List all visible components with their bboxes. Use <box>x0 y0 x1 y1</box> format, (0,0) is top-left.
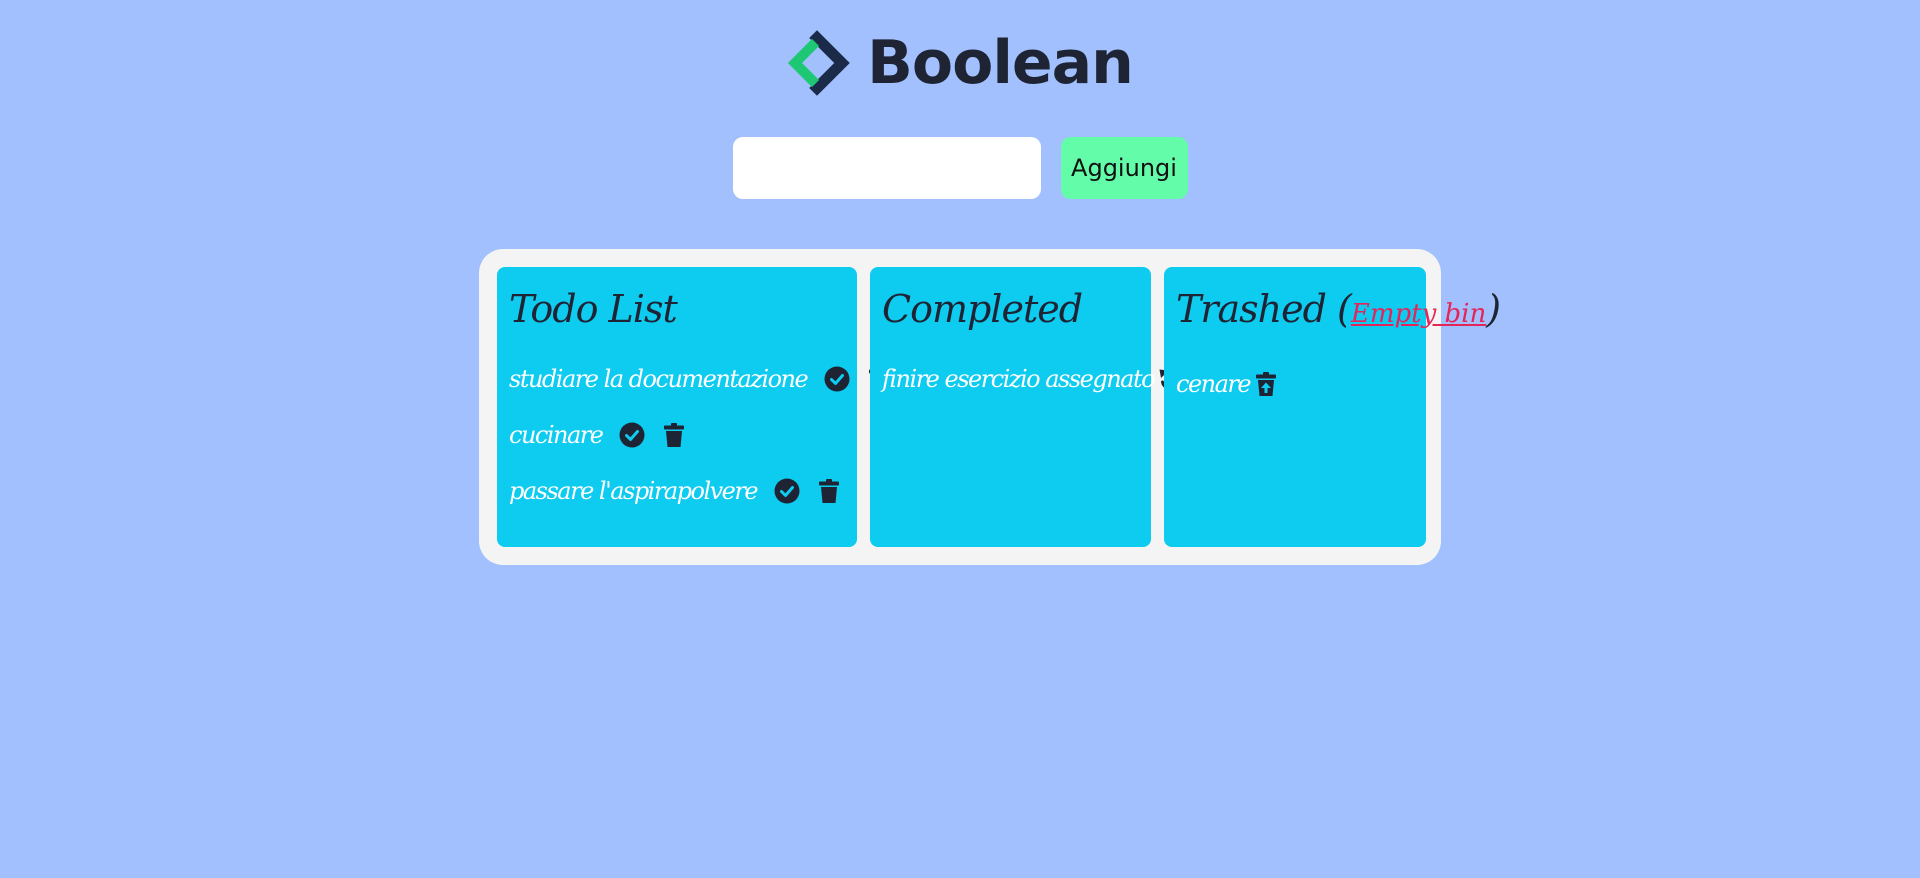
trashed-title-suffix: ) <box>1486 287 1501 331</box>
todo-column: Todo List studiare la documentazione cuc… <box>497 267 890 547</box>
brand-name: Boolean <box>867 28 1134 98</box>
completed-item-text: finire esercizio assegnato <box>882 365 1156 393</box>
trashed-column: Trashed (Empty bin) cenare <box>1164 267 1501 547</box>
new-todo-input[interactable] <box>732 137 1041 199</box>
check-circle-icon[interactable] <box>823 365 851 393</box>
completed-item: finire esercizio assegnato <box>882 351 1181 407</box>
completed-column-title: Completed <box>882 287 1083 331</box>
todo-item: passare l'aspirapolvere <box>509 463 845 519</box>
boolean-logo-icon <box>788 30 850 96</box>
todo-item-text: studiare la documentazione <box>509 365 809 393</box>
empty-bin-link[interactable]: Empty bin <box>1351 299 1486 329</box>
add-button[interactable]: Aggiungi <box>1060 137 1188 199</box>
trash-icon[interactable] <box>815 477 843 505</box>
trashed-item-text: cenare <box>1176 370 1252 398</box>
trash-icon[interactable] <box>660 421 688 449</box>
todo-column-title: Todo List <box>509 287 678 331</box>
app-header: Boolean <box>0 30 1920 96</box>
trashed-column-title: Trashed (Empty bin) <box>1176 281 1501 342</box>
trash-restore-icon[interactable] <box>1252 370 1280 398</box>
todo-item: studiare la documentazione <box>509 351 890 407</box>
todo-board: Todo List studiare la documentazione cuc… <box>479 249 1501 565</box>
completed-column: Completed finire esercizio assegnato <box>870 267 1181 547</box>
todo-item: cucinare <box>509 407 845 463</box>
add-todo-form: Aggiungi <box>0 137 1920 199</box>
todo-item-text: cucinare <box>509 421 604 449</box>
todo-item-text: passare l'aspirapolvere <box>509 477 759 505</box>
trashed-title-prefix: Trashed ( <box>1176 287 1352 331</box>
check-circle-icon[interactable] <box>773 477 801 505</box>
check-circle-icon[interactable] <box>618 421 646 449</box>
trashed-item: cenare <box>1176 356 1414 412</box>
